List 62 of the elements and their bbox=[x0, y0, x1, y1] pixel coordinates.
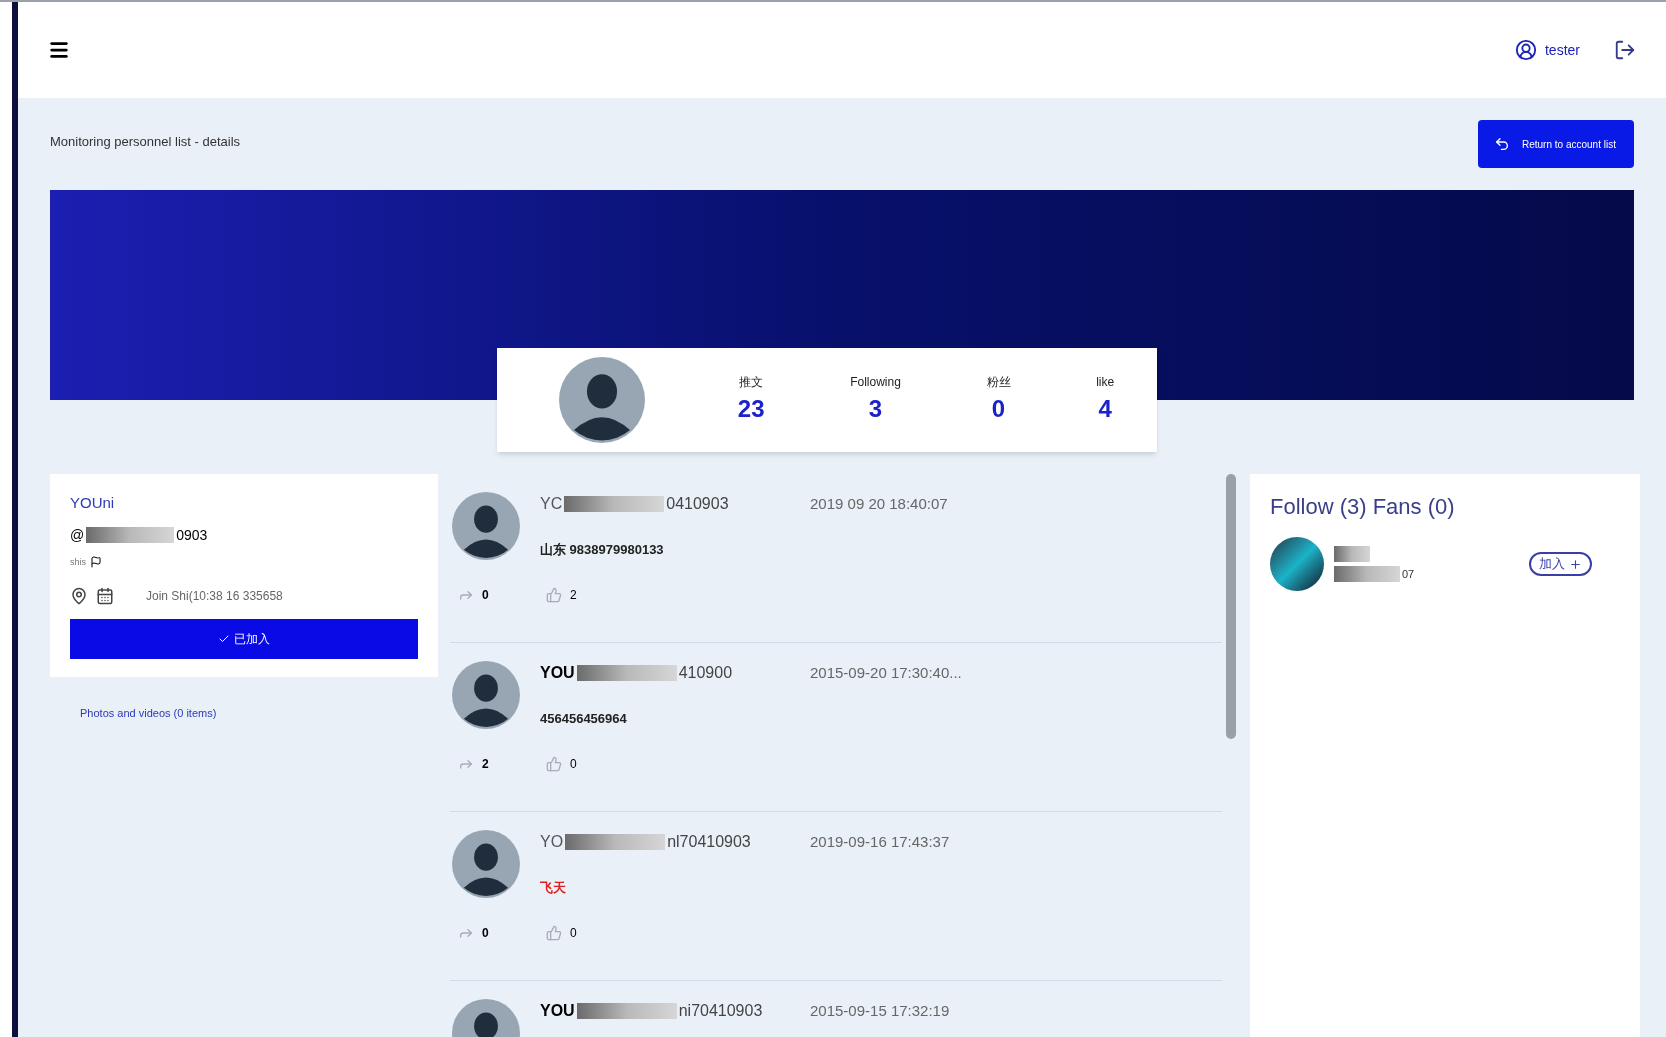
account-suffix: 0903 bbox=[176, 525, 208, 545]
stat-label: like bbox=[1096, 374, 1115, 391]
redaction-bar bbox=[1334, 566, 1400, 582]
like-count: 0 bbox=[570, 755, 577, 773]
flag-icon bbox=[90, 556, 102, 569]
post-text: 山东 9838979980133 bbox=[540, 541, 665, 559]
check-icon bbox=[218, 633, 230, 645]
post-author-end: ni70410903 bbox=[678, 1001, 763, 1021]
redaction-bar bbox=[1334, 545, 1370, 562]
stat-value: 3 bbox=[868, 394, 883, 424]
post-author-start: YOU bbox=[540, 1001, 575, 1021]
follow-title[interactable]: Follow (3) Fans (0) bbox=[1270, 494, 1455, 519]
join-date: Join Shi(10:38 16 335658 bbox=[146, 588, 283, 605]
post-author-start: YC bbox=[540, 494, 563, 514]
avatar-silhouette-icon bbox=[452, 492, 520, 560]
stat-value: 0 bbox=[991, 394, 1006, 424]
post-author-end: nl70410903 bbox=[667, 832, 751, 852]
post-author-start: YO bbox=[540, 832, 564, 852]
location-icon bbox=[70, 587, 88, 605]
avatar-silhouette-icon bbox=[452, 661, 520, 729]
stat-value: 4 bbox=[1098, 394, 1112, 424]
like-icon[interactable] bbox=[546, 924, 562, 941]
avatar-silhouette-icon bbox=[559, 357, 645, 443]
breadcrumb: Monitoring personnel list - details bbox=[50, 133, 241, 151]
post-author-start: YOU bbox=[540, 663, 575, 683]
profile-name: YOUni bbox=[70, 493, 116, 513]
post-text: 456456456964 bbox=[540, 710, 628, 728]
follower-name-end: 07 bbox=[1402, 566, 1415, 582]
plus-icon bbox=[1569, 557, 1582, 571]
post-time: 2019-09-16 17:43:37 bbox=[810, 831, 950, 852]
stat-label: Following bbox=[850, 374, 901, 391]
account-prefix: @ bbox=[70, 525, 85, 545]
like-count: 2 bbox=[570, 586, 577, 604]
post-text: 飞天 bbox=[540, 879, 567, 897]
share-count: 0 bbox=[482, 925, 489, 942]
return-arrow-icon bbox=[1494, 136, 1510, 152]
like-icon[interactable] bbox=[546, 586, 562, 603]
share-count: 0 bbox=[482, 587, 489, 604]
scrollbar-thumb[interactable] bbox=[1226, 474, 1236, 739]
like-count: 0 bbox=[570, 924, 577, 942]
menu-icon[interactable] bbox=[48, 39, 70, 61]
stat-value: 23 bbox=[737, 394, 765, 424]
post-author-end: 410900 bbox=[678, 663, 733, 683]
profile-note: shis bbox=[70, 555, 86, 569]
stat-label: 推文 bbox=[739, 374, 764, 391]
share-count: 2 bbox=[482, 756, 489, 773]
calendar-icon bbox=[96, 587, 114, 605]
avatar-silhouette-icon bbox=[452, 830, 520, 898]
post-time: 2015-09-15 17:32:19 bbox=[810, 1000, 950, 1021]
stat-label: 粉丝 bbox=[986, 374, 1011, 391]
return-button[interactable]: Return to account list bbox=[1478, 120, 1634, 168]
post-author-end: 0410903 bbox=[666, 494, 729, 514]
joined-button[interactable]: 已加入 bbox=[70, 619, 418, 659]
logout-icon[interactable] bbox=[1614, 39, 1636, 61]
user-icon bbox=[1515, 39, 1537, 61]
like-icon[interactable] bbox=[546, 755, 562, 772]
post-time: 2015-09-20 17:30:40... bbox=[810, 662, 962, 683]
post-time: 2019 09 20 18:40:07 bbox=[810, 493, 948, 514]
photo-placeholder bbox=[1270, 537, 1324, 591]
photos-link[interactable]: Photos and videos (0 items) bbox=[80, 705, 438, 722]
join-button[interactable]: 加入 bbox=[1529, 552, 1592, 576]
user-name[interactable]: tester bbox=[1545, 39, 1580, 61]
